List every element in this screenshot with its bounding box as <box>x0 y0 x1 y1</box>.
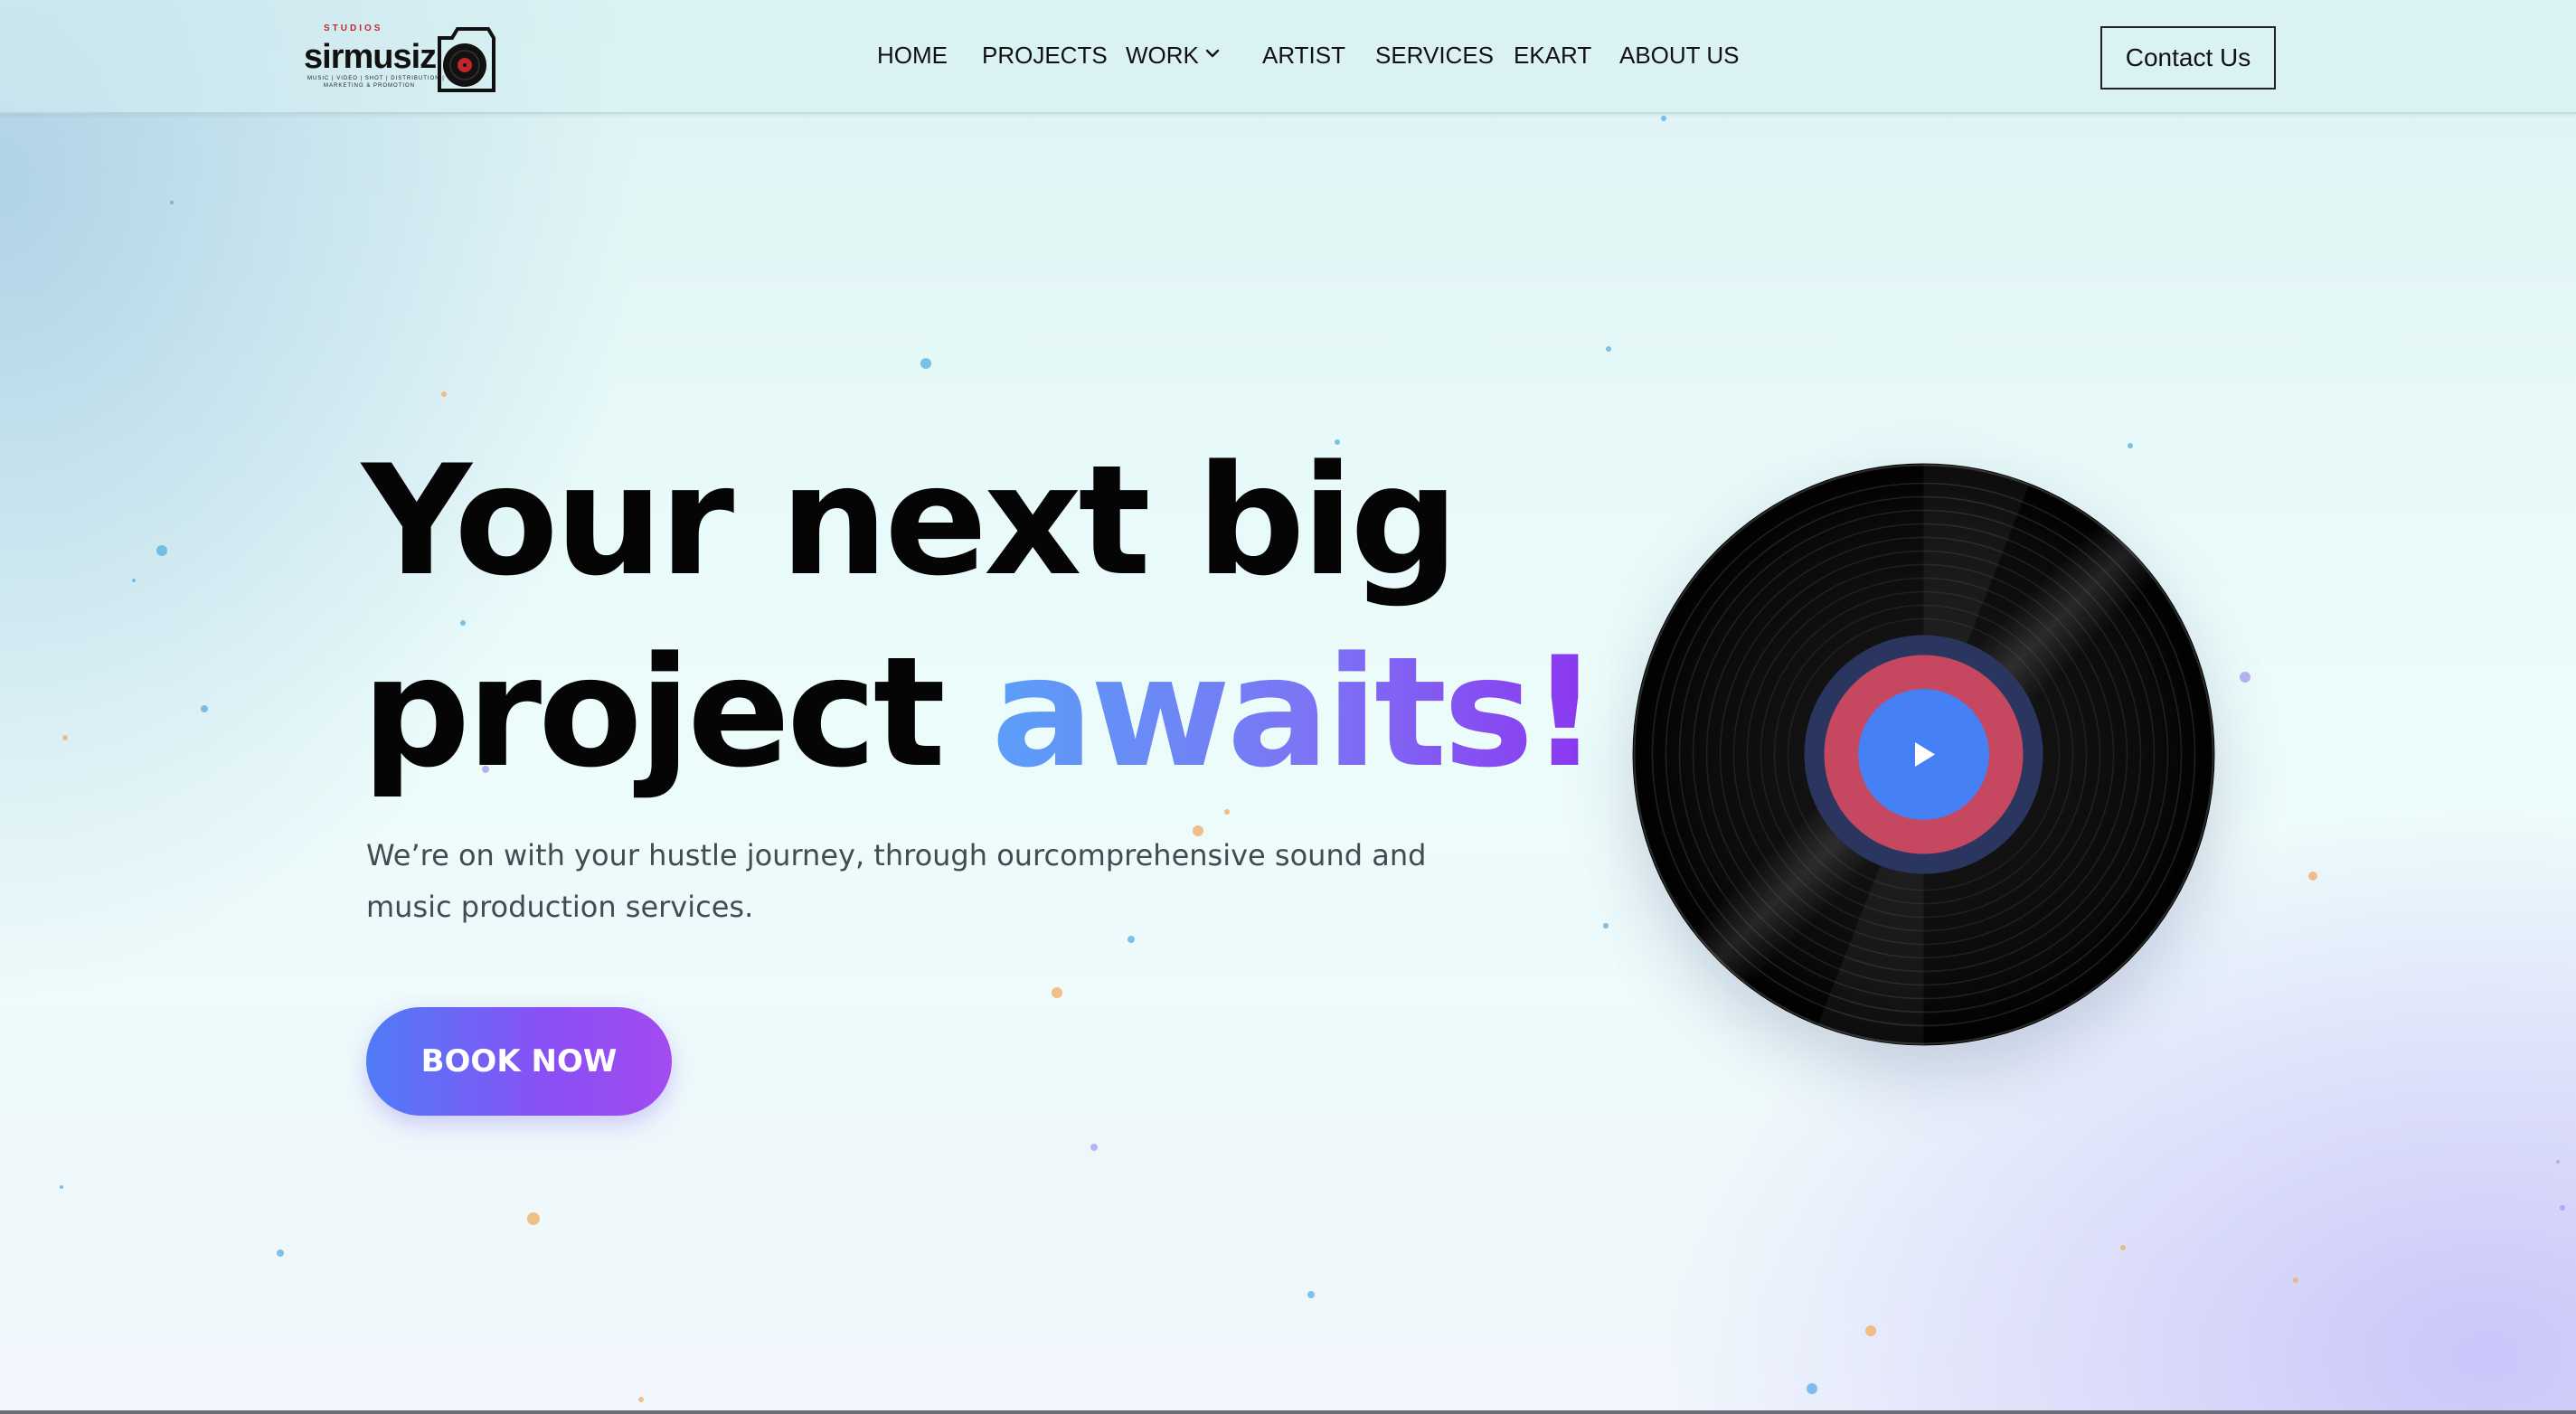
hero-title-line-2: project awaits! <box>362 617 1599 808</box>
hero-subtitle: We’re on with your hustle journey, throu… <box>366 838 1427 924</box>
hero-title-accent: awaits! <box>991 624 1599 801</box>
hero-title-line-1: Your next big <box>362 432 1458 609</box>
vinyl-player <box>1632 463 2215 1046</box>
page-bottom-border <box>0 1410 2576 1414</box>
play-icon[interactable] <box>1858 689 1989 820</box>
book-now-button[interactable]: BOOK NOW <box>366 1007 672 1116</box>
hero-title: Your next big project awaits! <box>362 425 1599 808</box>
hero-title-plain: project <box>362 624 992 801</box>
